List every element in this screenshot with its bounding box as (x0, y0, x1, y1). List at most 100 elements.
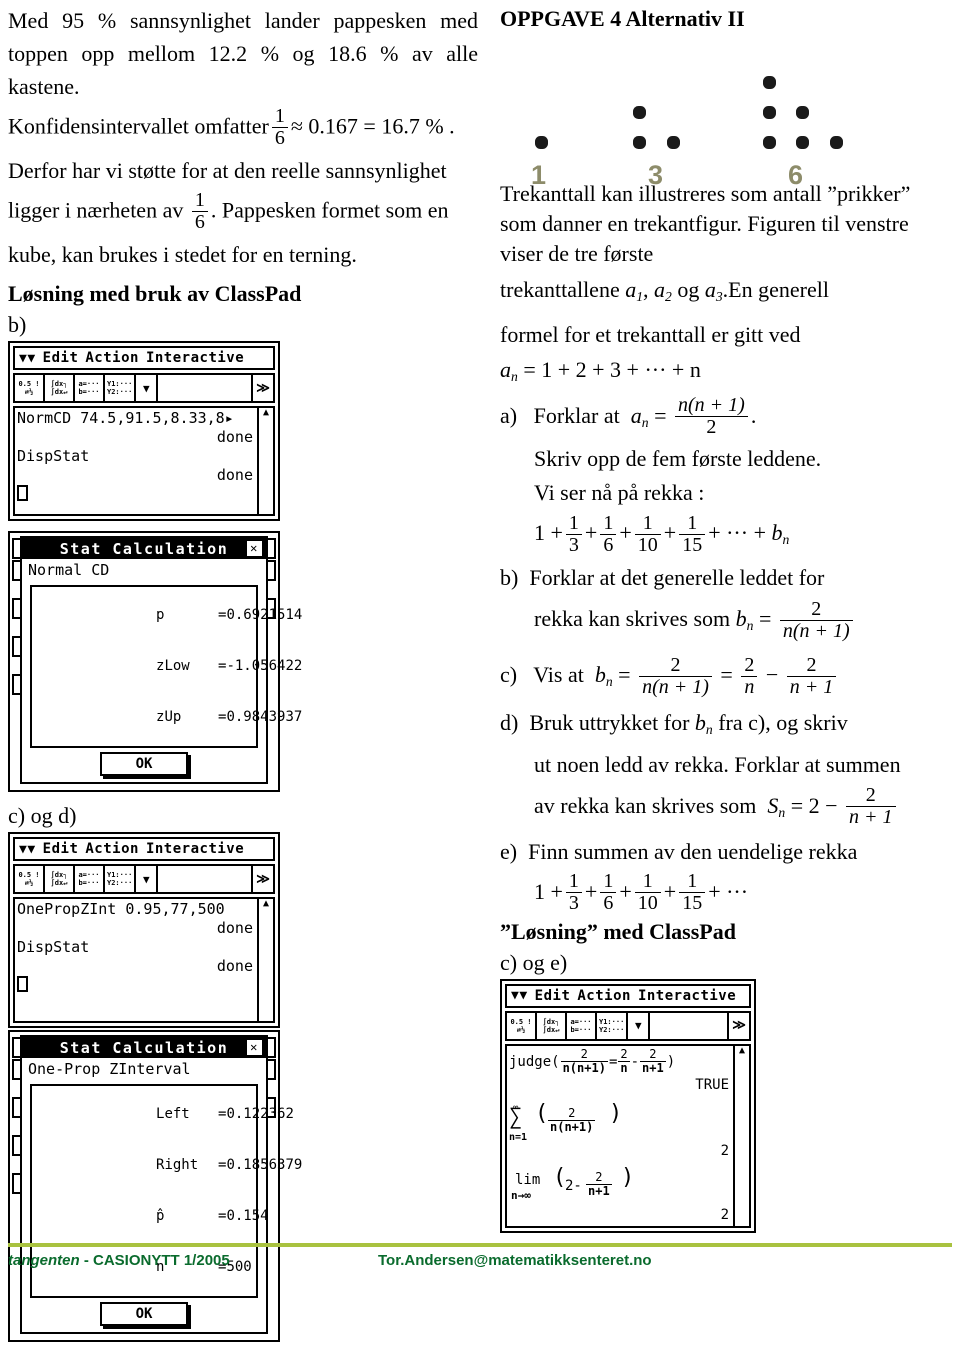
item-a-marker: a) (500, 402, 518, 428)
chevron-down-icon-ce[interactable]: ▼ (628, 1012, 651, 1039)
figure-dot (535, 136, 548, 149)
classpad-screen-cd[interactable]: OnePropZInt 0.95,77,500 done DispStat do… (13, 897, 275, 1023)
classpad-screen-ce[interactable]: judge(2 n(n+1) = 2 n -2 n+1) TRUE ∞ ∑ n=1 ( 2n… (505, 1043, 751, 1228)
menu-item-edit-ce[interactable]: Edit (535, 988, 571, 1004)
paragraph-cube-usable: kube, kan brukes i stedet for en terning… (8, 242, 357, 267)
classpad-menubar-cd[interactable]: ▼▼ Edit Action Interactive (13, 837, 275, 861)
toolbar-button-graphfns-cd[interactable]: Y1:··· Y2:··· (105, 866, 137, 892)
classpad-toolbar-b[interactable]: 0.5 ! ⇄½ ∫dx┐ ∫dx↵ a=··· b=··· Y1:··· Y2… (13, 373, 275, 403)
item-c-text: Vis at (533, 662, 584, 688)
classpad-screen-b[interactable]: NormCD 74.5,91.5,8.33,8▸ done DispStat d… (13, 406, 275, 516)
menu-item-interactive-ce[interactable]: Interactive (638, 988, 736, 1004)
toolbar-button-variables-ce[interactable]: a=··· b=··· (567, 1012, 597, 1039)
toolbar-button-graphfns-b[interactable]: Y1:··· Y2:··· (105, 375, 137, 401)
scroll-up-icon-b[interactable]: ▲ (263, 408, 269, 418)
item-b-eq: = (758, 606, 772, 632)
classpad-scrollbar-ce[interactable]: ▲ (733, 1045, 749, 1226)
close-icon-cd[interactable]: ✕ (246, 1039, 263, 1056)
menu-item-action-b[interactable]: Action (85, 350, 139, 366)
toolbar-button-integral-ce[interactable]: ∫dx┐ ∫dx↵ (537, 1012, 567, 1039)
classpad-done-2-cd: done (216, 957, 253, 975)
classpad-scrollbar-cd[interactable]: ▲ (257, 899, 273, 1021)
judge-fraction-3: 2 n+1 (640, 1047, 666, 1076)
classpad-command-dispstat-cd: DispStat (17, 938, 90, 956)
fraction-one-sixth-b: 16 (191, 190, 208, 233)
item-e-series-lead: 1 + (534, 878, 563, 904)
dialog-ok-button-b[interactable]: OK (100, 752, 188, 776)
classpad-menubar-ce[interactable]: ▼▼ Edit Action Interactive (505, 983, 751, 1008)
menu-item-edit-cd[interactable]: Edit (43, 841, 79, 857)
near-text-post: . Pappesken formet som en (210, 197, 449, 223)
series-tail-term: bn (771, 520, 790, 548)
item-c-eq1: = (618, 662, 631, 688)
item-a-line2: Skriv opp de fem første leddene. (534, 446, 822, 472)
classpad-toolbar-ce[interactable]: 0.5 ! ⇄½ ∫dx┐ ∫dx↵ a=··· b=··· Y1:··· Y2… (505, 1010, 751, 1041)
footer-journal-line: tangenten - CASIONYTT 1/2005 (8, 1252, 230, 1269)
dialog-ok-button-cd[interactable]: OK (100, 1302, 188, 1326)
item-d-eq: = 2 − (790, 792, 838, 818)
classpad-toolbar-cd[interactable]: 0.5 ! ⇄½ ∫dx┐ ∫dx↵ a=··· b=··· Y1:··· Y2… (13, 864, 275, 894)
expand-icon-ce[interactable]: ≫ (729, 1013, 749, 1039)
toolbar-button-integral-b[interactable]: ∫dx┐ ∫dx↵ (45, 375, 75, 401)
menu-item-interactive-b[interactable]: Interactive (146, 350, 244, 366)
menu-item-action-ce[interactable]: Action (577, 988, 631, 1004)
toolbar-button-decimal-fraction-ce[interactable]: 0.5 ! ⇄½ (507, 1012, 537, 1039)
classpad-done-1-cd: done (216, 919, 253, 937)
series-fraction: 13 (565, 512, 582, 556)
menu-item-interactive-cd[interactable]: Interactive (146, 841, 244, 857)
classpad-command-onepropzint: OnePropZInt 0.95,77,500 (17, 900, 225, 918)
series-lead: 1 + (534, 520, 563, 546)
footer-email[interactable]: Tor.Andersen@matematikksenteret.no (378, 1252, 652, 1269)
result-row: zUp =0.9843937 (156, 709, 303, 725)
item-d-bn: bn (694, 709, 713, 737)
toolbar-entry-field-b[interactable] (158, 375, 253, 401)
item-c-eq2: = (720, 662, 733, 688)
dialog-title-b: Stat Calculation ✕ (22, 538, 266, 559)
scroll-up-icon-cd[interactable]: ▲ (263, 899, 269, 909)
item-b-lhs: bn (735, 606, 754, 634)
sum-paren-close: ) (609, 1100, 623, 1126)
close-icon-b[interactable]: ✕ (246, 540, 263, 557)
menu-item-action-cd[interactable]: Action (85, 841, 139, 857)
toolbar-button-decimal-fraction-b[interactable]: 0.5 ! ⇄½ (15, 375, 45, 401)
menu-item-edit-b[interactable]: Edit (43, 350, 79, 366)
toolbar-entry-field-cd[interactable] (158, 866, 253, 892)
classpad-screenshot-cd-main: ▼▼ Edit Action Interactive 0.5 ! ⇄½ ∫dx┐… (8, 832, 280, 1028)
item-d-line1: d) Bruk uttrykket for bn fra c), og skri… (500, 709, 848, 737)
toolbar-button-variables-b[interactable]: a=··· b=··· (75, 375, 105, 401)
toolbar-button-variables-cd[interactable]: a=··· b=··· (75, 866, 105, 892)
chevron-down-icon-b[interactable]: ▼ (136, 375, 159, 401)
heading-solution-classpad-2: ”Løsning” med ClassPad (500, 918, 736, 944)
stat-calculation-dialog-cd[interactable]: Stat Calculation ✕ One-Prop ZInterval Le… (20, 1035, 303, 1334)
toolbar-button-decimal-fraction-cd[interactable]: 0.5 ! ⇄½ (15, 866, 45, 892)
chevron-down-icon-cd[interactable]: ▼ (136, 866, 159, 892)
classpad-menubar-b[interactable]: ▼▼ Edit Action Interactive (13, 346, 275, 370)
item-e-fraction: 13 (565, 870, 582, 914)
toolbar-button-integral-cd[interactable]: ∫dx┐ ∫dx↵ (45, 866, 75, 892)
problem-item-b: b) Forklar at det generelle leddet for r… (500, 563, 952, 648)
result-row: Right =0.1856379 (156, 1157, 303, 1173)
expand-icon-cd[interactable]: ≫ (253, 866, 273, 892)
toolbar-button-graphfns-ce[interactable]: Y1:··· Y2:··· (597, 1012, 629, 1039)
item-e-marker: e) (500, 838, 518, 864)
item-d-lhs: Sn (767, 792, 786, 820)
stat-calculation-dialog-b[interactable]: Stat Calculation ✕ Normal CD p =0.6921514… (20, 536, 303, 784)
classpad-scrollbar-b[interactable]: ▲ (257, 408, 273, 514)
scroll-up-icon-ce[interactable]: ▲ (739, 1046, 745, 1056)
classpad-sum-expression: ∞ ∑ n=1 ( 2 n(n+1) ) (509, 1099, 747, 1143)
limit-fraction: 2 n+1 (586, 1169, 612, 1199)
item-b-line2: rekka kan skrives som bn = 2 n(n + 1) (534, 597, 952, 648)
judge-fraction-1: 2 n(n+1) (560, 1047, 608, 1076)
limit-expr-lead: 2- (565, 1177, 582, 1194)
toolbar-entry-field-ce[interactable] (650, 1012, 729, 1039)
figure-label-1: 1 (531, 160, 547, 190)
interval-text-post: ≈ 0.167 = 16.7 % . (290, 113, 455, 139)
classpad-w-icon-ce: ▼▼ (511, 988, 528, 1004)
item-a-line3: Vi ser nå på rekka : (534, 480, 705, 506)
paragraph-triangular-terms: trekanttallene a1, a2 og a3.En generell (500, 277, 829, 304)
item-c-fraction-2: 2n (741, 654, 758, 698)
item-b-line1: b) Forklar at det generelle leddet for (500, 565, 825, 591)
expand-icon-b[interactable]: ≫ (253, 375, 273, 401)
footer-issue: - CASIONYTT 1/2005 (83, 1252, 230, 1269)
item-b-fraction: 2 n(n + 1) (779, 598, 853, 642)
